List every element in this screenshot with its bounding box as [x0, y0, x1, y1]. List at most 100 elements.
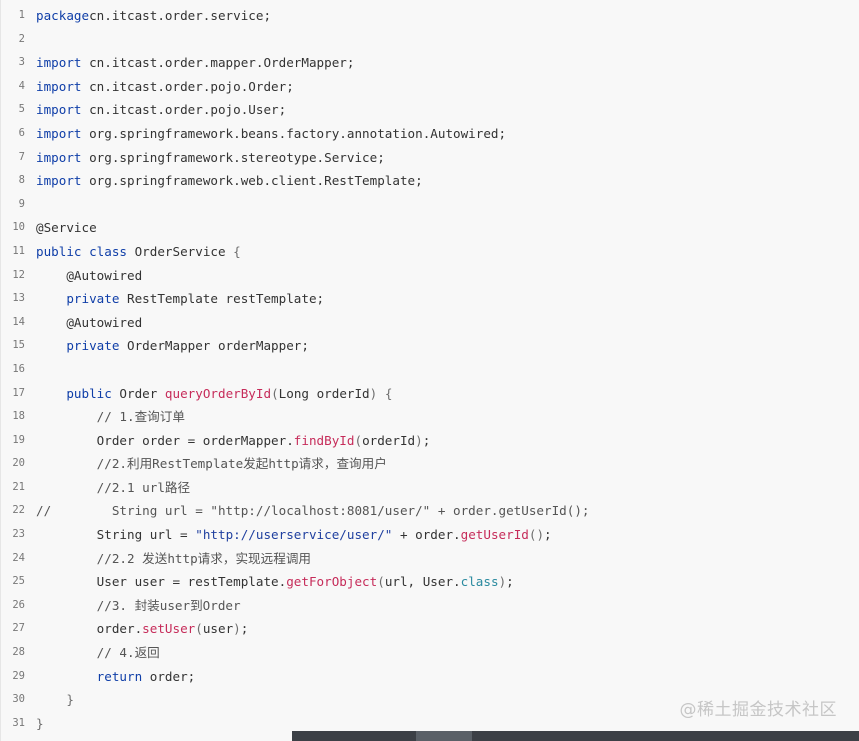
line-number: 5	[18, 103, 25, 116]
code-token: (	[271, 385, 279, 401]
code-line: 1 packagecn.itcast.order.service;	[1, 4, 859, 28]
code-token: Order order = orderMapper.	[36, 432, 294, 448]
code-text: import cn.itcast.order.pojo.User;	[36, 98, 286, 122]
code-text: import cn.itcast.order.mapper.OrderMappe…	[36, 51, 354, 75]
line-number: 9	[18, 197, 25, 210]
code-lines: 1 packagecn.itcast.order.service; 2 3 import…	[1, 4, 859, 735]
code-text: //2.利用RestTemplate发起http请求，查询用户	[36, 452, 387, 476]
line-number: 2	[18, 32, 25, 45]
code-token: orderId	[362, 432, 416, 448]
code-token: org.springframework.stereotype.Service;	[81, 149, 385, 165]
code-line: 27 order.setUser(user);	[1, 617, 859, 641]
line-number: 11	[12, 244, 25, 257]
code-token: findById	[293, 432, 355, 448]
code-token: @Service	[36, 220, 97, 236]
code-line: 15 private OrderMapper orderMapper;	[1, 334, 859, 358]
line-number: 6	[18, 126, 25, 139]
line-number: 20	[12, 457, 25, 470]
code-text: private OrderMapper orderMapper;	[36, 334, 309, 358]
line-number: 25	[12, 575, 25, 588]
code-line: 11 public class OrderService {	[1, 240, 859, 264]
code-token: queryOrderById	[164, 385, 272, 401]
code-token: import	[36, 102, 82, 118]
code-token: + order.	[392, 527, 461, 543]
code-text: //2.1 url路径	[36, 476, 190, 500]
code-token: RestTemplate restTemplate;	[119, 291, 325, 307]
code-text: // 1.查询订单	[36, 405, 185, 429]
code-token: (	[354, 432, 363, 448]
code-token: order;	[142, 668, 196, 684]
code-text: @Service	[36, 216, 97, 240]
line-number: 13	[12, 292, 25, 305]
code-text: @Autowired	[36, 264, 142, 288]
code-token: public class	[36, 243, 127, 259]
code-text: String url = "http://userservice/user/" …	[36, 523, 552, 547]
code-token: //3. 封装user到Order	[36, 597, 241, 613]
code-token: cn.itcast.order.mapper.OrderMapper;	[81, 55, 355, 71]
line-number: 31	[12, 716, 25, 729]
code-line: 5 import cn.itcast.order.pojo.User;	[1, 98, 859, 122]
code-text: public class OrderService {	[36, 240, 241, 264]
line-number: 17	[12, 386, 25, 399]
line-number: 1	[18, 9, 25, 21]
code-token: )	[415, 432, 423, 448]
code-token: // 1.查询订单	[36, 409, 185, 425]
code-token: ;	[544, 527, 552, 543]
code-token: user	[202, 621, 234, 637]
code-token: getForObject	[286, 574, 378, 590]
code-text: private RestTemplate restTemplate;	[36, 287, 324, 311]
code-text: // 4.返回	[36, 641, 160, 665]
line-number: 8	[18, 174, 25, 187]
line-number: 3	[18, 56, 25, 69]
code-token: private	[36, 291, 120, 307]
code-text: }	[36, 712, 44, 736]
line-number: 16	[12, 362, 25, 375]
code-token: // 4.返回	[36, 645, 160, 661]
code-token: @Autowired	[36, 267, 143, 283]
scrollbar-thumb[interactable]	[416, 731, 472, 741]
code-line: 21 //2.1 url路径	[1, 476, 859, 500]
code-text: order.setUser(user);	[36, 617, 249, 641]
code-token: setUser	[142, 621, 196, 637]
line-number: 26	[12, 598, 25, 611]
code-line: 13 private RestTemplate restTemplate;	[1, 287, 859, 311]
code-text: packagecn.itcast.order.service;	[36, 4, 271, 28]
code-token: "http://userservice/user/"	[195, 527, 393, 543]
code-line: 22 // String url = "http://localhost:8081…	[1, 499, 859, 523]
code-editor[interactable]: 1 packagecn.itcast.order.service; 2 3 import…	[0, 0, 859, 741]
line-number: 22	[12, 504, 25, 517]
code-token: import	[36, 78, 82, 94]
code-line: 23 String url = "http://userservice/user…	[1, 523, 859, 547]
code-line: 2	[1, 28, 859, 52]
code-token: User user = restTemplate.	[36, 574, 287, 590]
line-number: 12	[12, 268, 25, 281]
line-number: 24	[12, 551, 25, 564]
code-text: Order order = orderMapper.findById(order…	[36, 429, 431, 453]
code-line: 17 public Order queryOrderById(Long orde…	[1, 382, 859, 406]
code-line: 14 @Autowired	[1, 311, 859, 335]
code-line: 7 import org.springframework.stereotype.S…	[1, 146, 859, 170]
code-text: //2.2 发送http请求，实现远程调用	[36, 547, 311, 571]
line-number: 27	[12, 622, 25, 635]
code-token: url, User.	[384, 574, 461, 590]
code-line: 12 @Autowired	[1, 264, 859, 288]
line-number: 30	[12, 693, 25, 706]
code-text: public Order queryOrderById(Long orderId…	[36, 382, 392, 406]
code-line: 28 // 4.返回	[1, 641, 859, 665]
code-token: public	[36, 385, 112, 401]
code-token: ()	[528, 527, 545, 543]
code-line: 4 import cn.itcast.order.pojo.Order;	[1, 75, 859, 99]
code-token: {	[384, 385, 393, 401]
line-number: 28	[12, 646, 25, 659]
code-token: }	[36, 692, 74, 708]
line-number: 7	[18, 150, 25, 163]
code-line: 6 import org.springframework.beans.factor…	[1, 122, 859, 146]
code-token: cn.itcast.order.service;	[89, 8, 272, 23]
line-number: 4	[18, 79, 25, 92]
code-text: //3. 封装user到Order	[36, 594, 241, 618]
code-token: Long orderId	[278, 385, 370, 401]
code-line: 16	[1, 358, 859, 382]
code-text: import org.springframework.web.client.Re…	[36, 169, 423, 193]
code-token: ;	[240, 621, 249, 637]
horizontal-scrollbar[interactable]	[292, 731, 859, 741]
